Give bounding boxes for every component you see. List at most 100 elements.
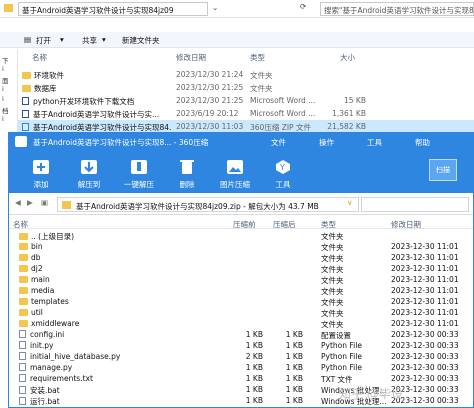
column-name[interactable]: 名称 xyxy=(32,52,47,63)
refresh-icon[interactable]: ⟳ xyxy=(300,2,306,11)
folder-icon xyxy=(19,287,28,294)
explorer-menu-strip xyxy=(0,18,474,32)
zip-row-name: dj2 xyxy=(19,264,219,273)
chevron-down-icon[interactable]: ▾ xyxy=(102,35,106,44)
file-name: 基于Android英语学习软件设计与实... xyxy=(22,109,172,120)
nav-item[interactable]: i xyxy=(2,85,16,95)
zip-row-name: xmiddleware xyxy=(19,319,219,328)
zip-row-before: 2 KB xyxy=(245,352,263,361)
folder-icon xyxy=(19,276,28,283)
chevron-down-icon[interactable]: ⌄ xyxy=(212,3,218,12)
file-row[interactable]: 基于Android英语学习软件设计与实... 2023/6/19 20:12 M… xyxy=(18,107,474,119)
image-compress-button[interactable]: 图片压缩 xyxy=(211,159,259,190)
zip-row[interactable]: util 文件夹 2023-12-30 11:01 xyxy=(9,307,473,318)
address-bar[interactable]: 基于Android英语学习软件设计与实现84jz09 xyxy=(18,2,208,16)
file-row-selected[interactable]: 基于Android英语学习软件设计与实现84... 2023/12/30 11:… xyxy=(18,120,474,132)
zip-row-date: 2023-12-30 11:01 xyxy=(391,275,459,284)
zip-path-bar[interactable]: 基于Android英语学习软件设计与实现84jz09.zip - 解包大小为 4… xyxy=(57,197,359,212)
file-icon xyxy=(19,352,26,360)
file-type: Microsoft Word ... xyxy=(250,109,316,118)
file-row[interactable]: 数据库 2023/12/30 21:25 文件夹 xyxy=(18,81,474,93)
up-icon[interactable]: ▣ xyxy=(41,198,48,207)
zip-row[interactable]: db 文件夹 2023-12-30 11:01 xyxy=(9,252,473,263)
column-modified[interactable]: 修改日期 xyxy=(176,52,206,63)
delete-button[interactable]: 删除 xyxy=(163,159,211,190)
zip-row-date: 2023-12-30 11:01 xyxy=(391,242,459,251)
share-button[interactable]: 共享 xyxy=(82,35,97,46)
zip-row[interactable]: 运行.bat 1 KB 1 KB Windows 批处理... 2023-12-30 0… xyxy=(9,395,473,406)
menu-file[interactable]: 文件 xyxy=(271,137,286,148)
file-name: 环境软件 xyxy=(22,70,162,81)
forward-icon[interactable]: ▶ xyxy=(27,198,33,207)
nav-item[interactable]: i xyxy=(2,115,16,125)
file-type: 文件夹 xyxy=(250,71,273,80)
file-icon xyxy=(19,341,26,349)
file-date: 2023/12/30 21:25 xyxy=(176,96,244,105)
tools-button[interactable]: Y 工具 xyxy=(259,159,307,190)
zip-header-bar: 基于Android英语学习软件设计与实现8... - 360压缩 文件 操作 工… xyxy=(9,133,473,193)
nav-item[interactable]: 下 xyxy=(2,55,16,65)
zip-row[interactable]: requirements.txt 1 KB 1 KB TXT 文件 2023-12-30… xyxy=(9,373,473,384)
new-folder-button[interactable]: 新建文件夹 xyxy=(122,35,160,46)
column-before[interactable]: 压缩前 xyxy=(233,219,256,230)
column-name[interactable]: 名称 xyxy=(13,219,28,230)
nav-item[interactable]: 档 xyxy=(2,105,16,115)
zip-row[interactable]: manage.py 1 KB 1 KB Python File 2023-12-30 0… xyxy=(9,362,473,373)
column-modified[interactable]: 修改日期 xyxy=(391,219,421,230)
zip-row-after: 1 KB xyxy=(285,363,303,372)
column-type[interactable]: 类型 xyxy=(321,219,336,230)
word-doc-icon xyxy=(22,110,29,118)
nav-item[interactable]: i xyxy=(2,65,16,75)
nav-item[interactable]: 面 xyxy=(2,75,16,85)
zip-row[interactable]: config.ini 1 KB 1 KB 配置设置 2023-12-30 00:33 xyxy=(9,329,473,340)
zip-row[interactable]: initial_hive_database.py 2 KB 1 KB Python F… xyxy=(9,351,473,362)
zip-row[interactable]: xmiddleware 文件夹 2023-12-30 11:01 xyxy=(9,318,473,329)
zip-row[interactable]: media 文件夹 2023-12-30 11:01 xyxy=(9,285,473,296)
menu-help[interactable]: 帮助 xyxy=(415,137,430,148)
zip-row[interactable]: main 文件夹 2023-12-30 11:01 xyxy=(9,274,473,285)
zip-app-icon xyxy=(15,136,27,147)
file-row[interactable]: 环境软件 2023/12/30 21:24 文件夹 xyxy=(18,68,474,80)
file-type: Microsoft Word ... xyxy=(250,96,316,105)
zip-nav-bar: ◀ ▶ ▣ 基于Android英语学习软件设计与实现84jz09.zip - 解… xyxy=(9,193,473,215)
menu-tools[interactable]: 工具 xyxy=(367,137,382,148)
scan-button[interactable]: 扫描 xyxy=(429,159,457,181)
zip-row[interactable]: init.py 1 KB 1 KB Python File 2023-12-30 00:… xyxy=(9,340,473,351)
search-input[interactable]: 搜索"基于Android英语学习软件设计与实现84jz09" xyxy=(320,2,474,16)
explorer-column-header: 名称 修改日期 类型 大小 xyxy=(18,50,474,64)
column-after[interactable]: 压缩后 xyxy=(273,219,296,230)
zip-row-name: 运行.bat xyxy=(19,396,219,407)
zip-row[interactable]: bin 文件夹 2023-12-30 11:01 xyxy=(9,241,473,252)
chevron-down-icon[interactable]: ∨ xyxy=(347,198,353,207)
zip-row-name: main xyxy=(19,275,219,284)
zip-row-name: config.ini xyxy=(19,330,219,339)
chevron-down-icon[interactable]: ▾ xyxy=(60,35,64,44)
zip-row[interactable]: dj2 文件夹 2023-12-30 11:01 xyxy=(9,263,473,274)
nav-item[interactable]: i xyxy=(2,95,16,105)
zip-row-before: 1 KB xyxy=(245,341,263,350)
one-click-extract-button[interactable]: 一键解压 xyxy=(115,159,163,190)
back-icon[interactable]: ◀ xyxy=(15,198,21,207)
file-date: 2023/6/19 20:12 xyxy=(176,109,239,118)
column-size[interactable]: 大小 xyxy=(340,52,355,63)
zip-row-name: bin xyxy=(19,242,219,251)
zip-row[interactable]: 安装.bat 1 KB 1 KB Windows 批处理... 2023-12-30 0… xyxy=(9,384,473,395)
menu-ops[interactable]: 操作 xyxy=(319,137,334,148)
column-type[interactable]: 类型 xyxy=(250,52,265,63)
zip-row[interactable]: templates 文件夹 2023-12-30 11:01 xyxy=(9,296,473,307)
file-date: 2023/12/30 21:25 xyxy=(176,83,244,92)
add-button[interactable]: 添加 xyxy=(17,159,65,190)
zip-column-header: 名称 压缩前 压缩后 类型 修改日期 xyxy=(9,217,473,229)
zip-row-name: manage.py xyxy=(19,363,219,372)
zip-row-date: 2023-12-30 00:33 xyxy=(391,374,459,383)
folder-icon xyxy=(19,265,28,272)
zip-search-input[interactable] xyxy=(361,197,469,212)
open-button[interactable]: 打开 xyxy=(36,35,51,46)
folder-icon xyxy=(19,233,28,240)
zip-file-icon xyxy=(22,123,29,131)
word-doc-icon xyxy=(22,97,29,105)
zip-window: 基于Android英语学习软件设计与实现8... - 360压缩 文件 操作 工… xyxy=(8,132,474,408)
file-row[interactable]: python开发环境软件下载文档 2023/12/30 21:25 Micros… xyxy=(18,94,474,106)
zip-row[interactable]: .. (上级目录) 文件夹 xyxy=(9,230,473,241)
extract-to-button[interactable]: 解压到 xyxy=(65,159,113,190)
